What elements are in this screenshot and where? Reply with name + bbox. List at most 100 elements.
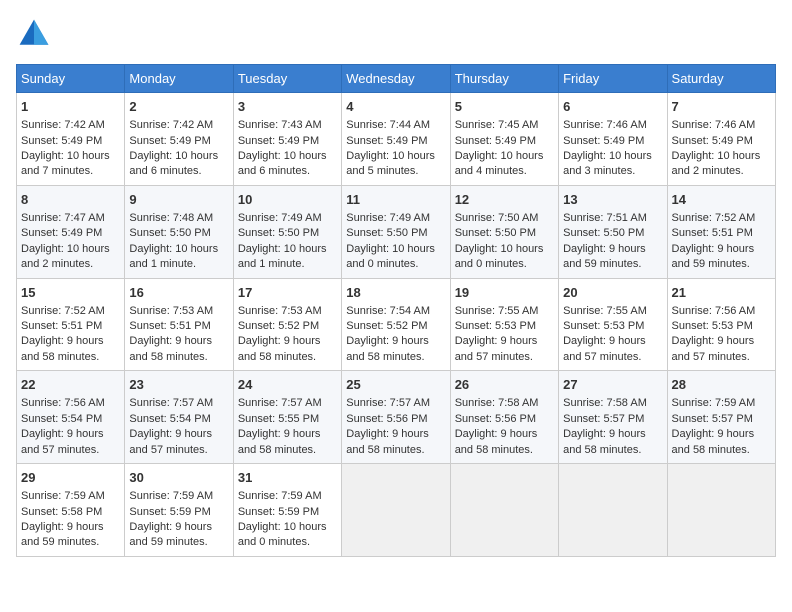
calendar-cell: 15Sunrise: 7:52 AMSunset: 5:51 PMDayligh… xyxy=(17,278,125,371)
daylight-label: Daylight: 9 hours and 59 minutes. xyxy=(563,243,646,270)
calendar-cell: 14Sunrise: 7:52 AMSunset: 5:51 PMDayligh… xyxy=(667,185,775,278)
daylight-label: Daylight: 10 hours and 0 minutes. xyxy=(455,243,544,270)
sunrise-label: Sunrise: 7:59 AM xyxy=(21,490,105,502)
calendar-cell: 30Sunrise: 7:59 AMSunset: 5:59 PMDayligh… xyxy=(125,464,233,557)
calendar-cell: 21Sunrise: 7:56 AMSunset: 5:53 PMDayligh… xyxy=(667,278,775,371)
calendar-week-3: 15 Sunrise: 7:52 AM Sunset: 5:51 PM Dayligh… xyxy=(17,278,776,371)
day-header-tuesday: Tuesday xyxy=(233,65,341,93)
calendar-table: SundayMondayTuesdayWednesdayThursdayFrid… xyxy=(16,64,776,557)
calendar-header-row: SundayMondayTuesdayWednesdayThursdayFrid… xyxy=(17,65,776,93)
sunset-label: Sunset: 5:49 PM xyxy=(21,135,102,147)
daylight-label: Daylight: 9 hours and 58 minutes. xyxy=(238,428,321,455)
calendar-cell xyxy=(450,464,558,557)
daylight-label: Daylight: 9 hours and 57 minutes. xyxy=(455,335,538,362)
sunrise-label: Sunrise: 7:52 AM xyxy=(21,305,105,317)
sunset-label: Sunset: 5:58 PM xyxy=(21,506,102,518)
daylight-label: Daylight: 10 hours and 5 minutes. xyxy=(346,150,435,177)
sunset-label: Sunset: 5:50 PM xyxy=(129,227,210,239)
day-header-saturday: Saturday xyxy=(667,65,775,93)
calendar-cell xyxy=(559,464,667,557)
calendar-cell: 6Sunrise: 7:46 AMSunset: 5:49 PMDaylight… xyxy=(559,93,667,186)
calendar-cell: 17Sunrise: 7:53 AMSunset: 5:52 PMDayligh… xyxy=(233,278,341,371)
daylight-label: Daylight: 9 hours and 59 minutes. xyxy=(129,521,212,548)
sunset-label: Sunset: 5:49 PM xyxy=(672,135,753,147)
calendar-cell: 28Sunrise: 7:59 AMSunset: 5:57 PMDayligh… xyxy=(667,371,775,464)
daylight-label: Daylight: 10 hours and 2 minutes. xyxy=(672,150,761,177)
calendar-cell: 18Sunrise: 7:54 AMSunset: 5:52 PMDayligh… xyxy=(342,278,450,371)
day-header-monday: Monday xyxy=(125,65,233,93)
sunset-label: Sunset: 5:59 PM xyxy=(238,506,319,518)
calendar-week-4: 22Sunrise: 7:56 AMSunset: 5:54 PMDayligh… xyxy=(17,371,776,464)
day-number: 9 xyxy=(129,191,228,209)
day-number: 8 xyxy=(21,191,120,209)
sunrise-label: Sunrise: 7:42 AM xyxy=(21,119,105,131)
sunrise-label: Sunrise: 7:56 AM xyxy=(672,305,756,317)
day-number: 12 xyxy=(455,191,554,209)
calendar-cell: 31Sunrise: 7:59 AMSunset: 5:59 PMDayligh… xyxy=(233,464,341,557)
day-number: 22 xyxy=(21,376,120,394)
day-number: 13 xyxy=(563,191,662,209)
sunset-label: Sunset: 5:50 PM xyxy=(455,227,536,239)
sunrise-label: Sunrise: 7:49 AM xyxy=(238,212,322,224)
sunrise-label: Sunrise: 7:48 AM xyxy=(129,212,213,224)
day-number: 3 xyxy=(238,98,337,116)
sunrise-label: Sunrise: 7:59 AM xyxy=(238,490,322,502)
daylight-label: Daylight: 9 hours and 58 minutes. xyxy=(21,335,104,362)
sunset-label: Sunset: 5:53 PM xyxy=(672,320,753,332)
sunset-label: Sunset: 5:56 PM xyxy=(346,413,427,425)
day-header-thursday: Thursday xyxy=(450,65,558,93)
calendar-cell: 8Sunrise: 7:47 AMSunset: 5:49 PMDaylight… xyxy=(17,185,125,278)
sunrise-label: Sunrise: 7:46 AM xyxy=(563,119,647,131)
sunset-label: Sunset: 5:51 PM xyxy=(129,320,210,332)
calendar-cell: 27Sunrise: 7:58 AMSunset: 5:57 PMDayligh… xyxy=(559,371,667,464)
sunrise-label: Sunrise: 7:58 AM xyxy=(455,397,539,409)
calendar-cell: 22Sunrise: 7:56 AMSunset: 5:54 PMDayligh… xyxy=(17,371,125,464)
day-number: 29 xyxy=(21,469,120,487)
sunset-label: Sunset: 5:49 PM xyxy=(346,135,427,147)
sunset-label: Sunset: 5:53 PM xyxy=(563,320,644,332)
day-number: 25 xyxy=(346,376,445,394)
day-number: 26 xyxy=(455,376,554,394)
calendar-week-5: 29 Sunrise: 7:59 AM Sunset: 5:58 PM Dayligh… xyxy=(17,464,776,557)
day-number: 21 xyxy=(672,284,771,302)
sunset-label: Sunset: 5:49 PM xyxy=(21,227,102,239)
sunrise-label: Sunrise: 7:52 AM xyxy=(672,212,756,224)
day-number: 14 xyxy=(672,191,771,209)
sunset-label: Sunset: 5:55 PM xyxy=(238,413,319,425)
daylight-label: Daylight: 10 hours and 6 minutes. xyxy=(238,150,327,177)
calendar-cell xyxy=(667,464,775,557)
sunset-label: Sunset: 5:54 PM xyxy=(129,413,210,425)
sunset-label: Sunset: 5:53 PM xyxy=(455,320,536,332)
sunrise-label: Sunrise: 7:58 AM xyxy=(563,397,647,409)
sunrise-label: Sunrise: 7:57 AM xyxy=(129,397,213,409)
sunrise-label: Sunrise: 7:50 AM xyxy=(455,212,539,224)
sunrise-label: Sunrise: 7:45 AM xyxy=(455,119,539,131)
day-number: 1 xyxy=(21,98,120,116)
sunset-label: Sunset: 5:56 PM xyxy=(455,413,536,425)
daylight-label: Daylight: 9 hours and 58 minutes. xyxy=(563,428,646,455)
daylight-label: Daylight: 10 hours and 0 minutes. xyxy=(346,243,435,270)
sunset-label: Sunset: 5:54 PM xyxy=(21,413,102,425)
calendar-week-1: 1 Sunrise: 7:42 AM Sunset: 5:49 PM Daylight… xyxy=(17,93,776,186)
calendar-cell: 2Sunrise: 7:42 AMSunset: 5:49 PMDaylight… xyxy=(125,93,233,186)
sunrise-label: Sunrise: 7:55 AM xyxy=(455,305,539,317)
daylight-label: Daylight: 10 hours and 6 minutes. xyxy=(129,150,218,177)
day-number: 6 xyxy=(563,98,662,116)
day-number: 15 xyxy=(21,284,120,302)
sunrise-label: Sunrise: 7:57 AM xyxy=(346,397,430,409)
calendar-cell: 10Sunrise: 7:49 AMSunset: 5:50 PMDayligh… xyxy=(233,185,341,278)
sunset-label: Sunset: 5:52 PM xyxy=(346,320,427,332)
sunrise-label: Sunrise: 7:43 AM xyxy=(238,119,322,131)
sunset-label: Sunset: 5:59 PM xyxy=(129,506,210,518)
day-header-friday: Friday xyxy=(559,65,667,93)
daylight-label: Daylight: 9 hours and 57 minutes. xyxy=(129,428,212,455)
daylight-label: Daylight: 9 hours and 58 minutes. xyxy=(455,428,538,455)
sunset-label: Sunset: 5:50 PM xyxy=(563,227,644,239)
calendar-cell: 7Sunrise: 7:46 AMSunset: 5:49 PMDaylight… xyxy=(667,93,775,186)
logo-icon xyxy=(16,16,52,52)
day-number: 27 xyxy=(563,376,662,394)
calendar-cell: 3Sunrise: 7:43 AMSunset: 5:49 PMDaylight… xyxy=(233,93,341,186)
daylight-label: Daylight: 9 hours and 59 minutes. xyxy=(21,521,104,548)
calendar-cell: 16Sunrise: 7:53 AMSunset: 5:51 PMDayligh… xyxy=(125,278,233,371)
day-header-wednesday: Wednesday xyxy=(342,65,450,93)
